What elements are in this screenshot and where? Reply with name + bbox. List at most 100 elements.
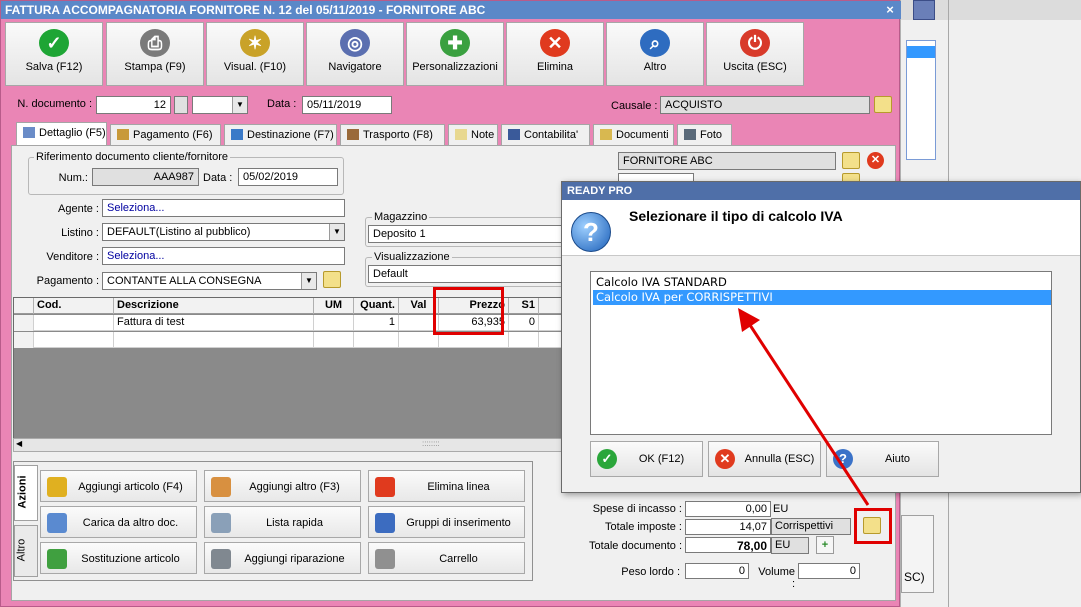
cell-cod[interactable]	[34, 315, 114, 331]
action-button-7[interactable]: Aggiungi riparazione	[204, 542, 361, 574]
toolbar-button-2[interactable]: ✶ Visual. (F10)	[206, 22, 304, 86]
grid-corner	[14, 298, 34, 314]
agente-field[interactable]: Seleziona...	[102, 199, 345, 217]
remove-icon[interactable]: ✕	[867, 152, 884, 169]
tab-2[interactable]: Destinazione (F7)	[224, 124, 337, 145]
tab-label: Pagamento (F6)	[133, 129, 213, 141]
check-icon: ✓	[597, 449, 617, 469]
num-doc-suffix[interactable]	[174, 96, 188, 114]
col-cod[interactable]: Cod.	[34, 298, 114, 314]
power-icon: ⏻	[740, 29, 770, 57]
pagamento-select[interactable]: CONTANTE ALLA CONSEGNA ▼	[102, 272, 317, 290]
rif-data-label: Data :	[203, 172, 233, 184]
toolbar-button-1[interactable]: ⎙ Stampa (F9)	[106, 22, 204, 86]
background-esc-button[interactable]: SC)	[901, 515, 934, 593]
rif-num-field[interactable]: AAA987	[92, 168, 199, 186]
folder-icon[interactable]	[323, 271, 341, 288]
cell-quant[interactable]	[354, 332, 399, 348]
volume-field[interactable]: 0	[798, 563, 860, 579]
list-item[interactable]: Calcolo IVA STANDARD	[593, 275, 1051, 290]
iva-dialog: READY PRO ? Selezionare il tipo di calco…	[561, 181, 1081, 493]
tab-label: Note	[471, 129, 495, 141]
fornitore-field[interactable]: FORNITORE ABC	[618, 152, 836, 170]
iva-type-list[interactable]: Calcolo IVA STANDARD Calcolo IVA per COR…	[590, 271, 1052, 435]
visualizzazione-field[interactable]: Default	[368, 265, 563, 283]
toolbar-button-7[interactable]: ⏻ Uscita (ESC)	[706, 22, 804, 86]
action-button-6[interactable]: Sostituzione articolo	[40, 542, 197, 574]
imposte-field[interactable]: 14,07	[685, 519, 771, 535]
cell-s1[interactable]	[509, 332, 539, 348]
chevron-down-icon: ▼	[301, 273, 316, 289]
action-button-5[interactable]: Gruppi di inserimento	[368, 506, 525, 538]
add-grid-icon	[211, 477, 231, 497]
aiuto-button[interactable]: ? Aiuto	[826, 441, 939, 477]
zoom-in-icon[interactable]: +	[816, 536, 834, 554]
tab-icon	[231, 129, 243, 140]
action-button-1[interactable]: Aggiungi altro (F3)	[204, 470, 361, 502]
scroll-grip[interactable]: ::::::::	[422, 439, 440, 448]
action-button-label: Aggiungi articolo (F4)	[78, 481, 183, 493]
toolbar-button-0[interactable]: ✓ Salva (F12)	[5, 22, 103, 86]
scroll-left-icon[interactable]: ◀	[16, 439, 22, 448]
grid-hscrollbar[interactable]: ◀ ::::::::	[13, 438, 568, 452]
rif-num-label: Num.:	[58, 172, 88, 184]
cell-descrizione[interactable]	[114, 332, 314, 348]
date-field[interactable]: 05/11/2019	[302, 96, 392, 114]
tab-4[interactable]: Note	[448, 124, 498, 145]
background-list[interactable]	[906, 40, 936, 160]
tab-0[interactable]: Dettaglio (F5)	[16, 122, 107, 146]
row-indicator	[14, 315, 34, 331]
num-doc-field[interactable]: 12	[96, 96, 171, 114]
action-button-4[interactable]: Lista rapida	[204, 506, 361, 538]
cell-um[interactable]	[314, 315, 354, 331]
toolbar-button-5[interactable]: ✕ Elimina	[506, 22, 604, 86]
doc-load-icon	[47, 513, 67, 533]
toolbar-button-label: Personalizzazioni	[412, 61, 498, 73]
tab-azioni[interactable]: Azioni	[14, 465, 38, 521]
toolbar-button-4[interactable]: ✚ Personalizzazioni	[406, 22, 504, 86]
magazzino-field[interactable]: Deposito 1	[368, 225, 563, 243]
tab-7[interactable]: Foto	[677, 124, 732, 145]
action-button-2[interactable]: Elimina linea	[368, 470, 525, 502]
quick-list-icon	[211, 513, 231, 533]
tab-5[interactable]: Contabilita'	[501, 124, 590, 145]
causale-field[interactable]: ACQUISTO	[660, 96, 870, 114]
action-button-3[interactable]: Carica da altro doc.	[40, 506, 197, 538]
series-dropdown[interactable]: ▼	[192, 96, 248, 114]
tab-3[interactable]: Trasporto (F8)	[340, 124, 445, 145]
col-quant[interactable]: Quant.	[354, 298, 399, 314]
imposte-label: Totale imposte :	[604, 521, 682, 533]
toolbar-button-6[interactable]: ⌕ Altro	[606, 22, 704, 86]
row-indicator	[14, 332, 34, 348]
ok-button[interactable]: ✓ OK (F12)	[590, 441, 703, 477]
tab-6[interactable]: Documenti	[593, 124, 674, 145]
venditore-field[interactable]: Seleziona...	[102, 247, 345, 265]
listino-select[interactable]: DEFAULT(Listino al pubblico) ▼	[102, 223, 345, 241]
action-button-8[interactable]: Carrello	[368, 542, 525, 574]
users-icon[interactable]	[913, 0, 935, 20]
list-item-selected[interactable]: Calcolo IVA per CORRISPETTIVI	[593, 290, 1051, 305]
col-um[interactable]: UM	[314, 298, 354, 314]
action-button-0[interactable]: Aggiungi articolo (F4)	[40, 470, 197, 502]
pagamento-value: CONTANTE ALLA CONSEGNA	[107, 275, 262, 287]
cell-descrizione[interactable]: Fattura di test	[114, 315, 314, 331]
folder-icon[interactable]	[874, 96, 892, 113]
cell-cod[interactable]	[34, 332, 114, 348]
peso-field[interactable]: 0	[685, 563, 749, 579]
close-window-button[interactable]: ×	[881, 1, 899, 19]
tab-1[interactable]: Pagamento (F6)	[110, 124, 221, 145]
documento-field[interactable]: 78,00	[685, 537, 771, 553]
rif-date-field[interactable]: 05/02/2019	[238, 168, 338, 186]
col-s1[interactable]: S1	[509, 298, 539, 314]
spese-label: Spese di incasso :	[592, 503, 682, 515]
cell-s1[interactable]: 0	[509, 315, 539, 331]
spese-field[interactable]: 0,00	[685, 501, 771, 517]
toolbar-button-3[interactable]: ◎ Navigatore	[306, 22, 404, 86]
annulla-button[interactable]: ✕ Annulla (ESC)	[708, 441, 821, 477]
col-descrizione[interactable]: Descrizione	[114, 298, 314, 314]
action-button-label: Lista rapida	[266, 517, 323, 529]
tab-altro[interactable]: Altro	[14, 525, 38, 577]
cell-um[interactable]	[314, 332, 354, 348]
folder-icon[interactable]	[842, 152, 860, 169]
cell-quant[interactable]: 1	[354, 315, 399, 331]
